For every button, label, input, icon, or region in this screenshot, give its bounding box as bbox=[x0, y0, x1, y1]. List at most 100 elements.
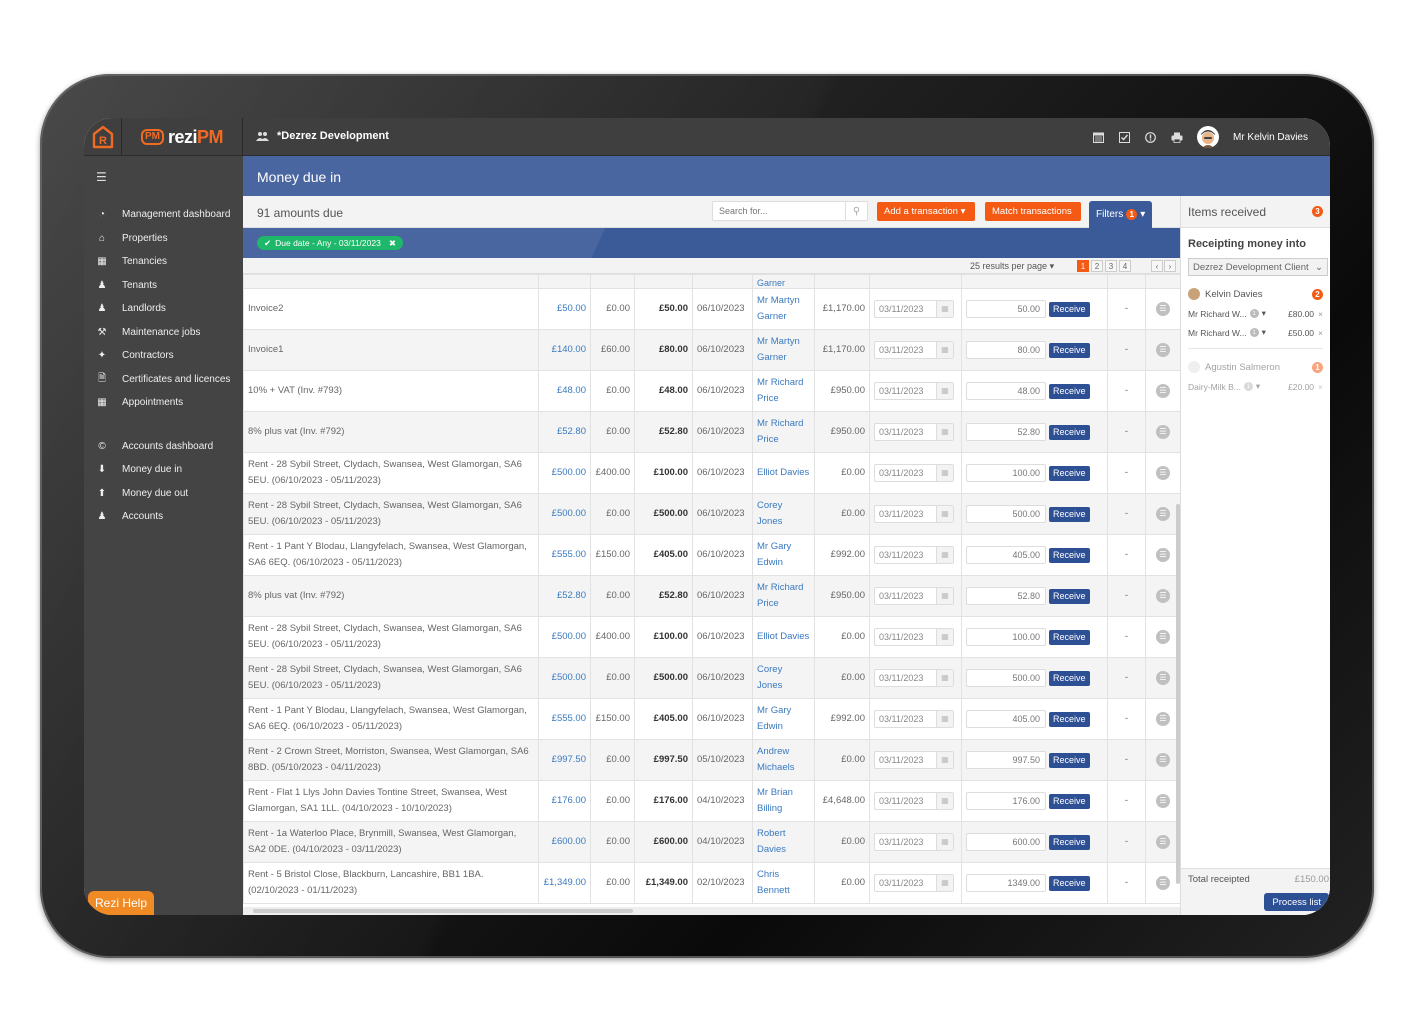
receive-button[interactable]: Receive bbox=[1049, 711, 1090, 727]
receipt-date-input[interactable] bbox=[875, 711, 936, 727]
amount-link[interactable]: £555.00 bbox=[538, 698, 591, 740]
checkbox-icon[interactable] bbox=[1119, 131, 1131, 143]
tenant-link[interactable]: Robert Davies bbox=[752, 821, 815, 863]
receive-amount-input[interactable] bbox=[966, 341, 1046, 359]
receive-amount-input[interactable] bbox=[966, 669, 1046, 687]
sidebar-item-money-due-in[interactable]: ⬇ Money due in bbox=[84, 458, 243, 482]
calendar-icon[interactable]: ▦ bbox=[936, 629, 953, 645]
row-menu-icon[interactable]: ☰ bbox=[1156, 548, 1170, 562]
tenant-link[interactable]: Andrew Michaels bbox=[752, 739, 815, 781]
amount-link[interactable]: £500.00 bbox=[538, 616, 591, 658]
process-list-button[interactable]: Process list bbox=[1264, 893, 1329, 911]
caret-down-icon[interactable]: ▾ bbox=[1262, 308, 1266, 319]
receive-button[interactable]: Receive bbox=[1049, 834, 1090, 850]
sidebar-item-maintenance-jobs[interactable]: ⚒ Maintenance jobs bbox=[84, 321, 243, 345]
match-transactions-button[interactable]: Match transactions bbox=[985, 202, 1081, 221]
tenant-link[interactable]: Mr Gary Edwin bbox=[752, 698, 815, 740]
rezipm-logo[interactable]: PM reziPM bbox=[122, 118, 243, 156]
rezi-help-button[interactable]: Rezi Help bbox=[88, 891, 154, 915]
receipt-date-input[interactable] bbox=[875, 547, 936, 563]
receive-amount-input[interactable] bbox=[966, 710, 1046, 728]
sidebar-item-management-dashboard[interactable]: ◔ Management dashboard bbox=[84, 203, 243, 227]
row-menu-icon[interactable]: ☰ bbox=[1156, 589, 1170, 603]
calendar-icon[interactable]: ▦ bbox=[936, 465, 953, 481]
tenant-link[interactable]: Corey Jones bbox=[752, 657, 815, 699]
tenant-link[interactable]: Elliot Davies bbox=[752, 452, 815, 494]
amount-link[interactable]: £52.80 bbox=[538, 575, 591, 617]
filters-button[interactable]: Filters 1 ▾ bbox=[1089, 201, 1152, 228]
sidebar-item-appointments[interactable]: ▦ Appointments bbox=[84, 391, 243, 415]
receipt-date-input[interactable] bbox=[875, 629, 936, 645]
receive-amount-input[interactable] bbox=[966, 300, 1046, 318]
tenant-link[interactable]: Mr Martyn Garner bbox=[752, 329, 815, 371]
receive-button[interactable]: Receive bbox=[1049, 752, 1090, 768]
tenant-link[interactable]: Mr Gary Edwin bbox=[752, 534, 815, 576]
amount-link[interactable]: £50.00 bbox=[538, 288, 591, 330]
print-icon[interactable] bbox=[1171, 131, 1183, 143]
row-menu-icon[interactable]: ☰ bbox=[1156, 876, 1170, 890]
remove-icon[interactable]: × bbox=[1318, 328, 1323, 338]
calendar-icon[interactable]: ▦ bbox=[936, 875, 953, 891]
amount-link[interactable]: £48.00 bbox=[538, 370, 591, 412]
row-menu-icon[interactable]: ☰ bbox=[1156, 630, 1170, 644]
receipting-account-select[interactable]: Dezrez Development Client ⌄ bbox=[1188, 258, 1328, 276]
sidebar-item-tenancies[interactable]: ▦ Tenancies bbox=[84, 250, 243, 274]
organisation-selector[interactable]: *Dezrez Development bbox=[256, 130, 389, 142]
page-button[interactable]: 4 bbox=[1119, 260, 1131, 272]
receipt-date-input[interactable] bbox=[875, 793, 936, 809]
tenant-link[interactable]: Corey Jones bbox=[752, 493, 815, 535]
row-menu-icon[interactable]: ☰ bbox=[1156, 712, 1170, 726]
calendar-icon[interactable]: ▦ bbox=[936, 506, 953, 522]
user-name[interactable]: Mr Kelvin Davies bbox=[1233, 132, 1308, 143]
receive-button[interactable]: Receive bbox=[1049, 424, 1090, 440]
receive-amount-input[interactable] bbox=[966, 382, 1046, 400]
amount-link[interactable]: £176.00 bbox=[538, 780, 591, 822]
receive-amount-input[interactable] bbox=[966, 628, 1046, 646]
row-menu-icon[interactable]: ☰ bbox=[1156, 343, 1170, 357]
receive-amount-input[interactable] bbox=[966, 751, 1046, 769]
calendar-icon[interactable]: ▦ bbox=[936, 342, 953, 358]
horizontal-scrollbar[interactable] bbox=[243, 907, 1180, 915]
receive-button[interactable]: Receive bbox=[1049, 588, 1090, 604]
row-menu-icon[interactable]: ☰ bbox=[1156, 507, 1170, 521]
sidebar-item-landlords[interactable]: ♟ Landlords bbox=[84, 297, 243, 321]
calendar-icon[interactable]: ▦ bbox=[936, 424, 953, 440]
caret-down-icon[interactable]: ▾ bbox=[1256, 381, 1260, 392]
receipt-date-input[interactable] bbox=[875, 301, 936, 317]
row-menu-icon[interactable]: ☰ bbox=[1156, 794, 1170, 808]
search-input[interactable] bbox=[713, 202, 845, 220]
calendar-icon[interactable]: ▦ bbox=[936, 547, 953, 563]
receive-button[interactable]: Receive bbox=[1049, 342, 1090, 358]
amount-link[interactable]: £500.00 bbox=[538, 493, 591, 535]
receipt-date-input[interactable] bbox=[875, 342, 936, 358]
receive-button[interactable]: Receive bbox=[1049, 547, 1090, 563]
calendar-icon[interactable] bbox=[1093, 131, 1105, 143]
remove-icon[interactable]: × bbox=[1318, 309, 1323, 319]
amount-link[interactable]: £555.00 bbox=[538, 534, 591, 576]
receive-button[interactable]: Receive bbox=[1049, 465, 1090, 481]
sidebar-item-properties[interactable]: ⌂ Properties bbox=[84, 227, 243, 251]
tenant-link[interactable]: Elliot Davies bbox=[752, 616, 815, 658]
calendar-icon[interactable]: ▦ bbox=[936, 752, 953, 768]
page-button[interactable]: 1 bbox=[1077, 260, 1089, 272]
receive-button[interactable]: Receive bbox=[1049, 506, 1090, 522]
tenant-link[interactable]: Mr Richard Price bbox=[752, 370, 815, 412]
prev-page-icon[interactable]: ‹ bbox=[1151, 260, 1163, 272]
amount-link[interactable]: £600.00 bbox=[538, 821, 591, 863]
receive-button[interactable]: Receive bbox=[1049, 875, 1090, 891]
receipt-line-label[interactable]: Mr Richard W... 1 ▾ bbox=[1188, 308, 1266, 319]
receive-amount-input[interactable] bbox=[966, 464, 1046, 482]
receipt-date-input[interactable] bbox=[875, 875, 936, 891]
row-menu-icon[interactable]: ☰ bbox=[1156, 835, 1170, 849]
receive-amount-input[interactable] bbox=[966, 423, 1046, 441]
calendar-icon[interactable]: ▦ bbox=[936, 711, 953, 727]
sidebar-item-money-due-out[interactable]: ⬆ Money due out bbox=[84, 482, 243, 506]
caret-down-icon[interactable]: ▾ bbox=[1262, 327, 1266, 338]
receipt-date-input[interactable] bbox=[875, 670, 936, 686]
amount-link[interactable]: £52.80 bbox=[538, 411, 591, 453]
receipt-date-input[interactable] bbox=[875, 506, 936, 522]
search-icon[interactable]: ⚲ bbox=[845, 202, 867, 220]
sidebar-item-contractors[interactable]: ✦ Contractors bbox=[84, 344, 243, 368]
row-menu-icon[interactable]: ☰ bbox=[1156, 302, 1170, 316]
row-menu-icon[interactable]: ☰ bbox=[1156, 671, 1170, 685]
